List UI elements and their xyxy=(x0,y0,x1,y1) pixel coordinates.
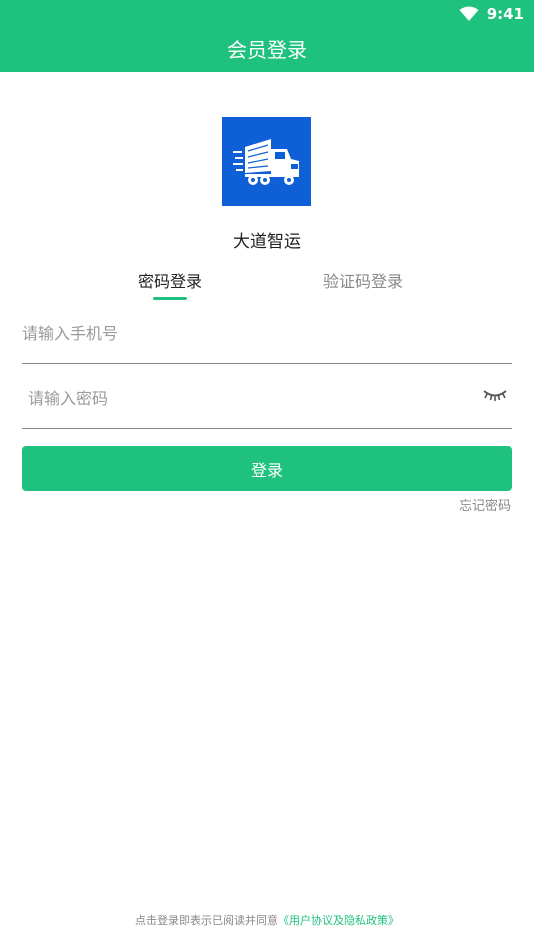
tab-password-login[interactable]: 密码登录 xyxy=(125,268,215,292)
tab-sms-login[interactable]: 验证码登录 xyxy=(310,268,416,292)
password-field xyxy=(22,379,512,429)
password-input[interactable] xyxy=(28,383,478,413)
status-bar: 9:41 xyxy=(459,4,524,24)
eye-closed-icon[interactable] xyxy=(482,387,508,403)
agreement-link[interactable]: 《用户协议及隐私政策》 xyxy=(278,914,399,927)
agreement-notice: 点击登录即表示已阅读并同意《用户协议及隐私政策》 xyxy=(0,912,534,928)
status-time: 9:41 xyxy=(486,5,524,23)
forgot-password-link[interactable]: 忘记密码 xyxy=(459,495,511,514)
app-name: 大道智运 xyxy=(233,232,301,252)
app-logo xyxy=(222,117,311,206)
phone-input[interactable] xyxy=(22,318,472,348)
agreement-text: 点击登录即表示已阅读并同意 xyxy=(135,914,278,927)
page-title: 会员登录 xyxy=(227,38,307,62)
tab-active-indicator xyxy=(153,297,187,300)
login-button[interactable]: 登录 xyxy=(22,446,512,491)
phone-field xyxy=(22,314,512,364)
wifi-icon xyxy=(459,6,479,21)
app-header: 9:41 会员登录 xyxy=(0,0,534,72)
truck-icon xyxy=(232,138,299,185)
